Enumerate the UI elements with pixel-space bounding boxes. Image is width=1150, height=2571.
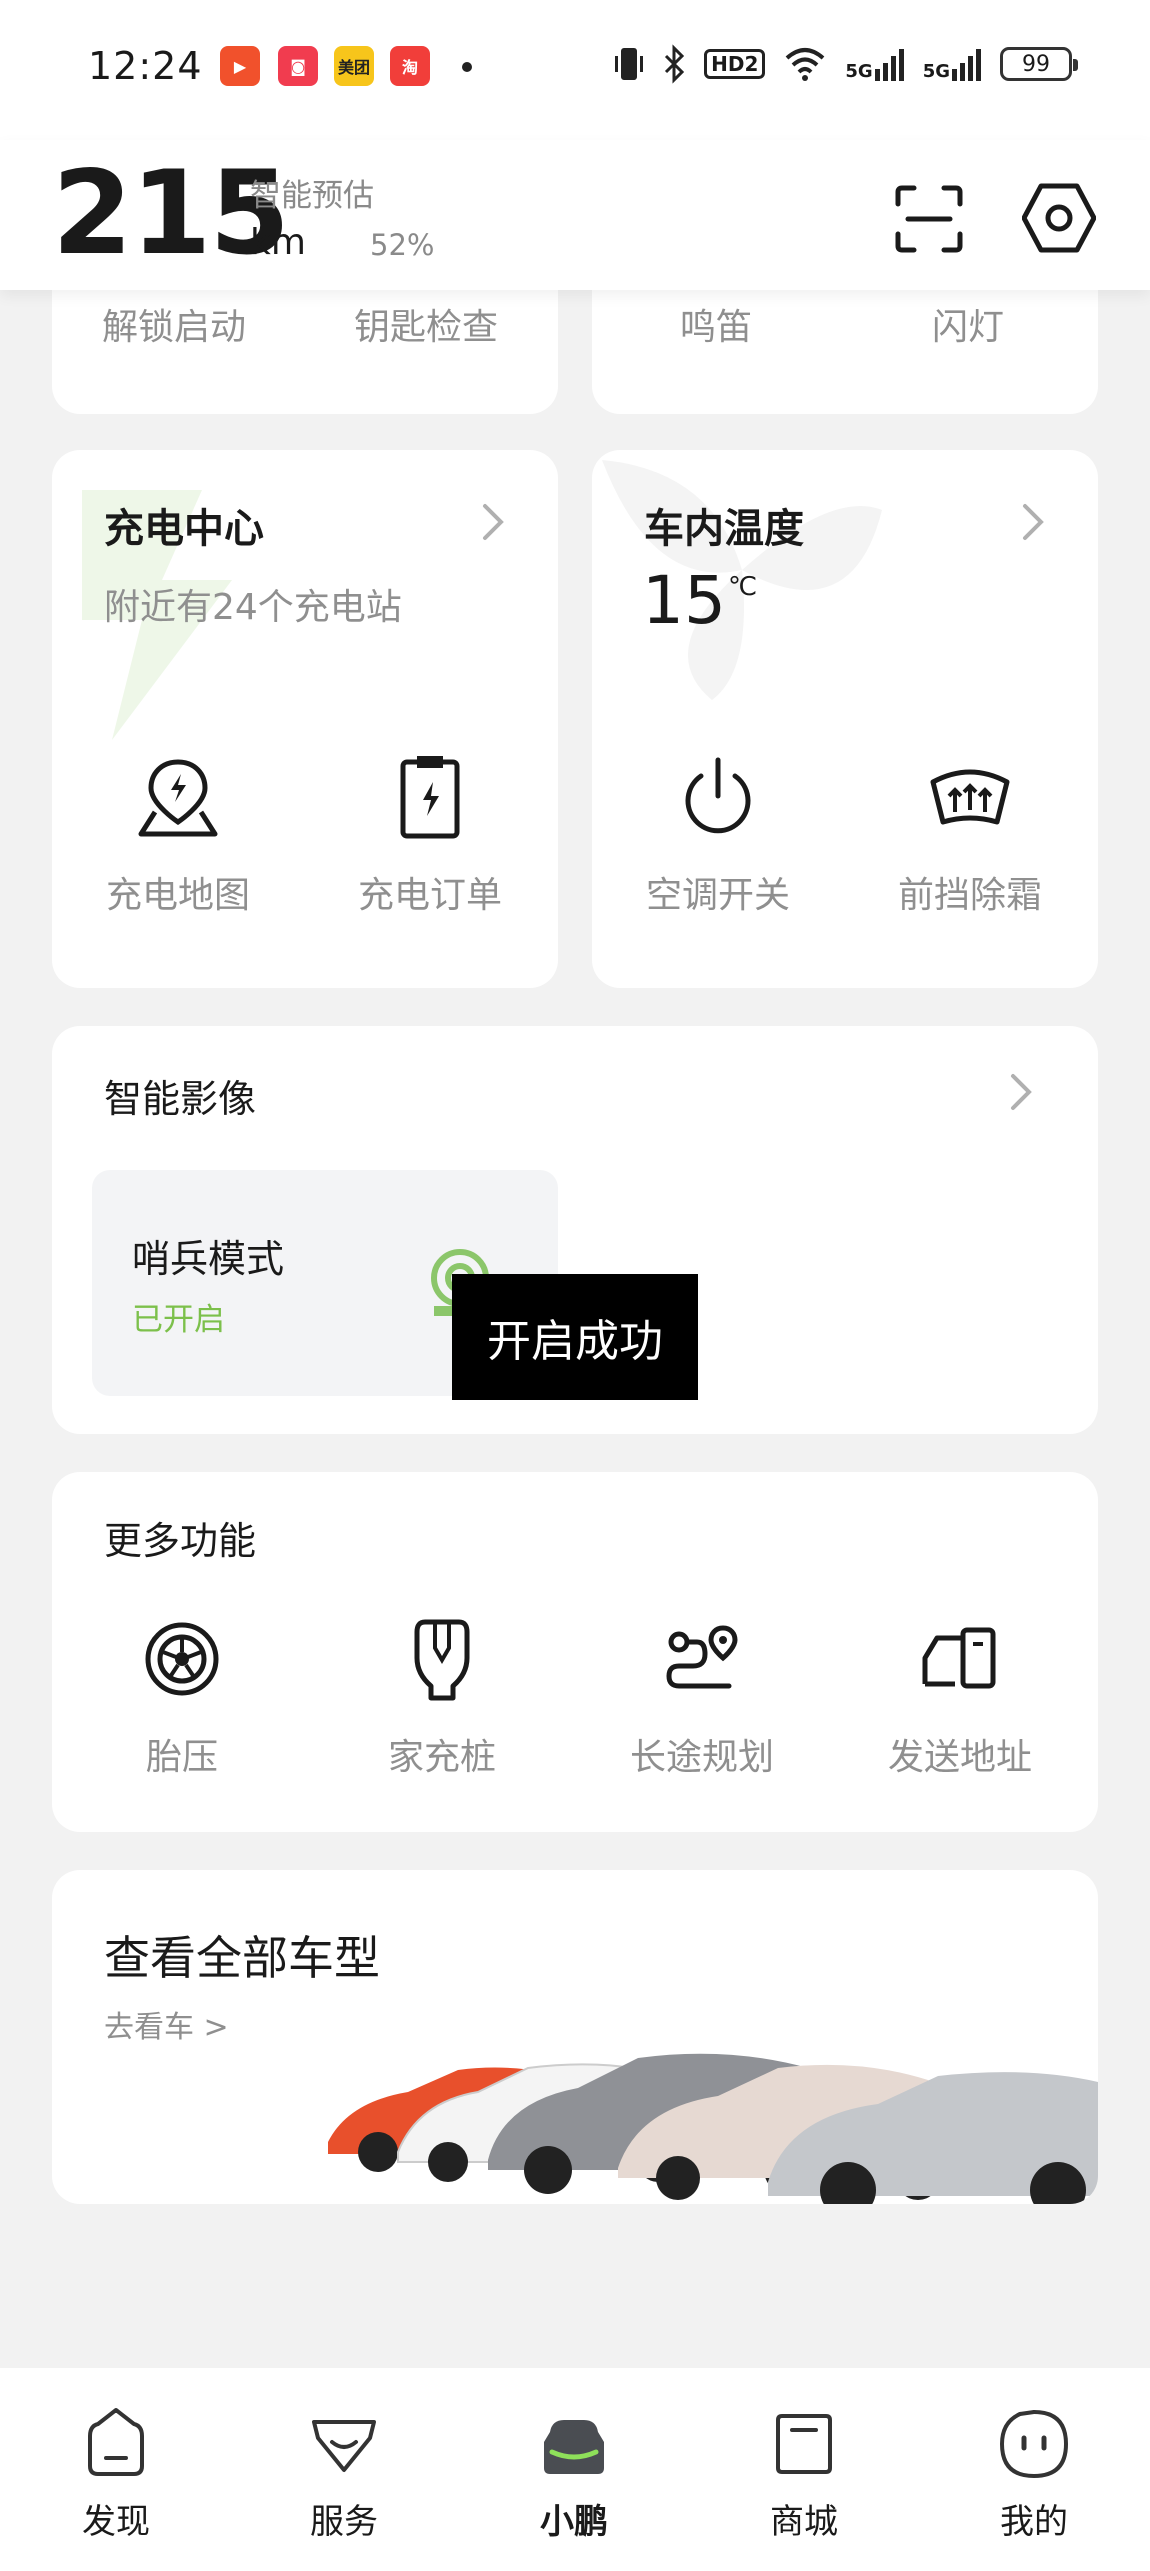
home-charger-button[interactable]: 家充桩 xyxy=(342,1614,542,1780)
view-cars-link[interactable]: 去看车 > xyxy=(104,2002,229,2046)
home-charger-label: 家充桩 xyxy=(387,1737,496,1778)
charging-chevron-icon xyxy=(483,504,504,540)
unlock-start-button[interactable]: 解锁启动 xyxy=(102,298,246,350)
send-address-label: 发送地址 xyxy=(887,1737,1032,1778)
ac-toggle-button[interactable]: 空调开关 xyxy=(618,752,818,918)
nav-xpeng[interactable]: 小鹏 xyxy=(494,2404,654,2543)
all-models-banner[interactable]: 查看全部车型 去看车 > xyxy=(52,1870,1098,2204)
nav-xpeng-label: 小鹏 xyxy=(540,2502,608,2542)
nav-shop-label: 商城 xyxy=(770,2502,838,2542)
nav-service-label: 服务 xyxy=(310,2502,378,2542)
sentry-mode-title: 哨兵模式 xyxy=(132,1237,285,1281)
flash-lights-button[interactable]: 闪灯 xyxy=(932,298,1004,350)
status-time: 12:24 xyxy=(88,44,203,88)
vehicle-header: 215 智能预估 km 52% xyxy=(0,140,1150,290)
charging-map-button[interactable]: 充电地图 xyxy=(78,752,278,918)
route-plan-label: 长途规划 xyxy=(629,1737,774,1778)
video-app-icon: ▶ xyxy=(220,46,260,86)
smart-imaging-chevron-icon[interactable] xyxy=(1008,1072,1034,1112)
settings-icon[interactable] xyxy=(1022,180,1096,256)
battery-percent: 52% xyxy=(370,228,435,262)
signal-icon-2: 5G xyxy=(923,47,982,81)
charging-order-label: 充电订单 xyxy=(357,875,502,916)
bottom-nav: 发现 服务 小鹏 商城 我的 xyxy=(0,2368,1150,2571)
nav-profile-label: 我的 xyxy=(1000,2502,1068,2542)
key-check-button[interactable]: 钥匙检查 xyxy=(354,298,498,350)
meituan-app-icon: 美团 xyxy=(334,46,374,86)
success-toast: 开启成功 xyxy=(452,1274,698,1400)
front-defrost-label: 前挡除霜 xyxy=(897,875,1042,916)
home-charger-icon xyxy=(414,1619,470,1701)
route-plan-icon xyxy=(666,1625,738,1689)
horn-button[interactable]: 鸣笛 xyxy=(680,298,752,350)
front-defrost-button[interactable]: 前挡除霜 xyxy=(870,752,1070,918)
nav-discover[interactable]: 发现 xyxy=(36,2404,196,2543)
power-icon xyxy=(685,757,751,834)
more-functions-card: 更多功能 胎压 家充桩 长途规划 发送地址 xyxy=(52,1472,1098,1832)
range-label: 智能预估 xyxy=(250,178,374,214)
range-unit: km xyxy=(250,222,306,263)
charging-order-icon xyxy=(400,756,460,839)
bluetooth-icon xyxy=(665,44,685,84)
taobao-app-icon: 淘 xyxy=(390,46,430,86)
charging-center-title: 充电中心 xyxy=(104,506,264,552)
shop-icon xyxy=(776,2414,832,2474)
route-plan-button[interactable]: 长途规划 xyxy=(602,1614,802,1780)
tire-pressure-label: 胎压 xyxy=(145,1737,218,1778)
charging-map-icon xyxy=(138,759,218,837)
battery-icon: 99 xyxy=(1000,47,1078,81)
all-models-title: 查看全部车型 xyxy=(104,1931,380,1985)
scan-icon[interactable] xyxy=(894,184,964,254)
temperature-value: 15 xyxy=(642,562,726,639)
climate-chevron-icon xyxy=(1023,504,1044,540)
service-icon xyxy=(312,2420,376,2472)
discover-icon xyxy=(88,2408,144,2476)
nav-service[interactable]: 服务 xyxy=(264,2404,424,2543)
car-icon xyxy=(544,2420,604,2474)
cabin-temperature-readout: 15 ℃ xyxy=(642,568,757,634)
charging-map-label: 充电地图 xyxy=(105,875,250,916)
notification-dot xyxy=(462,62,472,72)
smart-imaging-title[interactable]: 智能影像 xyxy=(104,1068,256,1123)
car-lineup-image xyxy=(328,2053,1098,2204)
cabin-temperature-card[interactable]: 车内温度 15 ℃ 空调开关 前挡除霜 xyxy=(592,450,1098,988)
hd-label: HD2 xyxy=(704,49,766,79)
charging-center-card[interactable]: 充电中心 附近有24个充电站 充电地图 充电订单 xyxy=(52,450,558,988)
send-address-icon xyxy=(922,1627,996,1689)
temperature-unit: ℃ xyxy=(727,572,758,602)
tire-pressure-button[interactable]: 胎压 xyxy=(82,1614,282,1780)
more-functions-title: 更多功能 xyxy=(104,1519,257,1563)
sentry-mode-status: 已开启 xyxy=(132,1302,225,1338)
vibrate-icon xyxy=(615,48,644,80)
status-icons: HD2 5G 5G 99 xyxy=(614,44,1078,84)
nav-shop[interactable]: 商城 xyxy=(724,2404,884,2543)
profile-icon xyxy=(999,2410,1069,2479)
send-address-button[interactable]: 发送地址 xyxy=(860,1614,1060,1780)
signal-icon-1: 5G xyxy=(845,47,904,81)
ac-toggle-label: 空调开关 xyxy=(645,875,790,916)
cabin-temperature-title: 车内温度 xyxy=(644,506,804,552)
status-bar: 12:24 ▶ ◙ 美团 淘 HD2 5G 5G 99 xyxy=(0,0,1150,140)
nav-profile[interactable]: 我的 xyxy=(954,2404,1114,2543)
charging-order-button[interactable]: 充电订单 xyxy=(330,752,530,918)
gift-app-icon: ◙ xyxy=(278,46,318,86)
nav-discover-label: 发现 xyxy=(82,2502,150,2542)
tire-icon xyxy=(145,1622,219,1696)
charging-stations-count: 附近有24个充电站 xyxy=(104,587,402,628)
wifi-icon xyxy=(786,48,825,81)
defrost-icon xyxy=(930,769,1010,825)
